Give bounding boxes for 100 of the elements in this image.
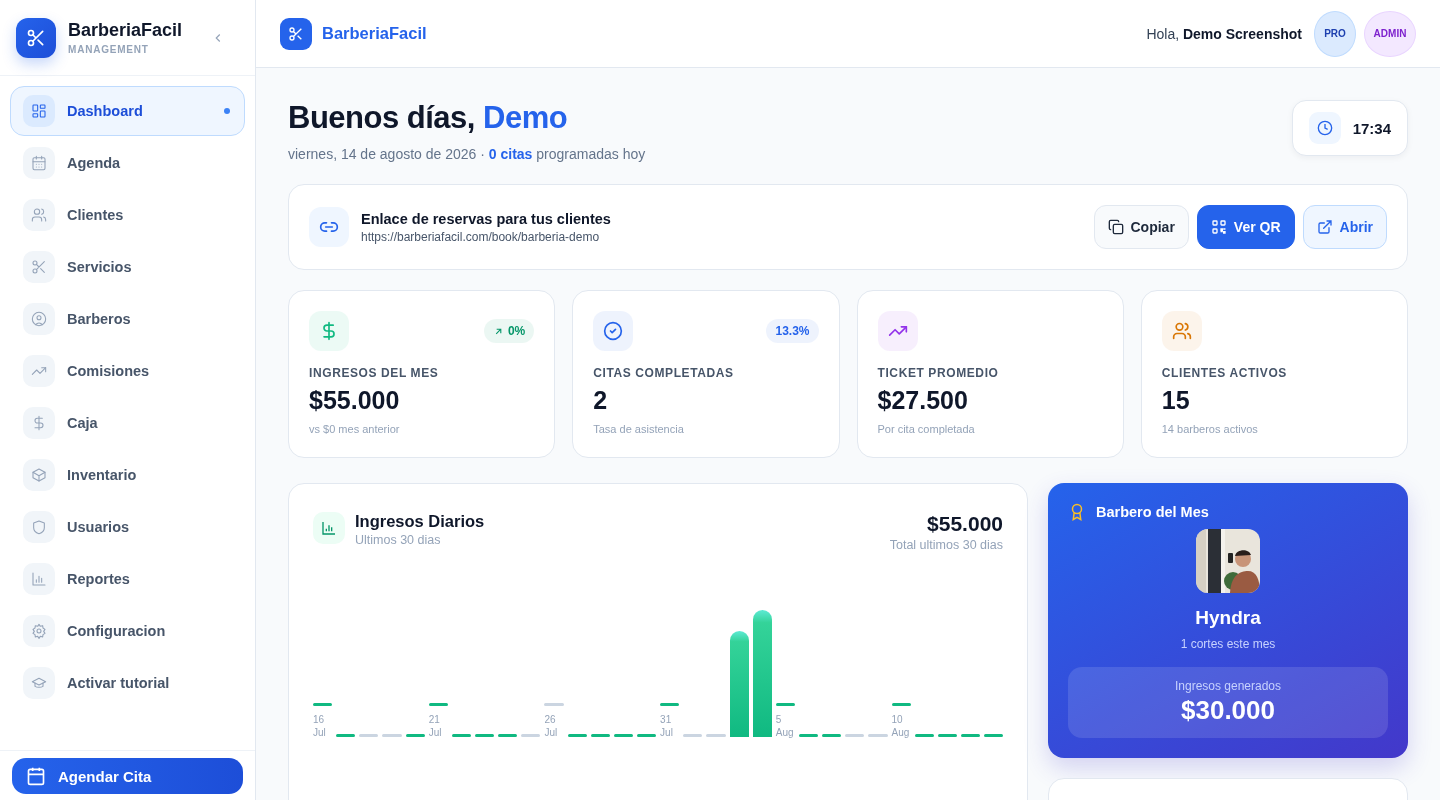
bar-stub xyxy=(451,734,471,737)
booking-link-title: Enlace de reservas para tus clientes xyxy=(361,210,611,227)
nav-item[interactable]: Clientes xyxy=(10,190,245,240)
bar-stub xyxy=(937,734,957,737)
nav-item[interactable]: Configuracion xyxy=(10,606,245,656)
date-label: 26 xyxy=(544,713,557,726)
bar-stub xyxy=(428,703,448,706)
brand-subtitle: MANAGEMENT xyxy=(68,44,150,55)
date-label: 31 xyxy=(660,713,673,726)
change-badge: 0% xyxy=(483,319,535,343)
bar-stub xyxy=(683,734,703,737)
bar-stub xyxy=(498,734,518,737)
stat-value: 2 xyxy=(593,386,609,415)
change-badge: 13.3% xyxy=(766,319,819,343)
bar-stub xyxy=(960,734,981,737)
month-label: Jul xyxy=(660,726,674,739)
settings-icon xyxy=(31,623,47,639)
grid-icon xyxy=(31,103,47,119)
brand-name: BarberiaFacil xyxy=(322,24,427,43)
graduation-cap-icon xyxy=(31,675,47,691)
income-value: $30.000 xyxy=(1180,695,1276,726)
barber-name: Hyndra xyxy=(1195,607,1261,629)
bar-stub xyxy=(891,703,911,706)
nav-item[interactable]: Servicios xyxy=(10,242,245,292)
chart-total-label: Total ultimos 30 dias xyxy=(889,538,1003,552)
open-button[interactable]: Abrir xyxy=(1302,205,1387,249)
date-summary: viernes, 14 de agosto de 2026 · 0 citas programadas hoy xyxy=(288,146,646,162)
nav-item[interactable]: Inventario xyxy=(10,450,245,500)
bar-chart-icon xyxy=(31,571,47,587)
nav-item[interactable]: Caja xyxy=(10,398,245,448)
qr-button[interactable]: Ver QR xyxy=(1196,205,1295,249)
bar-stub xyxy=(336,734,356,737)
stat-value: $27.500 xyxy=(877,386,969,415)
calendar-icon xyxy=(26,766,46,786)
scissors-icon xyxy=(31,259,47,275)
stat-label: TICKET PROMEDIO xyxy=(877,366,1000,380)
stat-value: $55.000 xyxy=(309,386,401,415)
role-badge: ADMIN xyxy=(1364,10,1416,57)
nav-item[interactable]: Barberos xyxy=(10,294,245,344)
month-label: Jul xyxy=(313,726,327,739)
user-circle-icon xyxy=(31,311,47,327)
bar-stub xyxy=(706,734,726,737)
bar-stub xyxy=(822,734,842,737)
stat-note: Tasa de asistencia xyxy=(593,423,685,435)
stat-label: CLIENTES ACTIVOS xyxy=(1161,366,1288,380)
date-label: 10 xyxy=(891,713,904,726)
copy-icon xyxy=(1107,219,1124,235)
bar-stub xyxy=(984,734,1004,737)
bar-stub xyxy=(475,734,495,737)
date-label: 21 xyxy=(428,713,441,726)
active-dot xyxy=(224,108,230,114)
income-label: Ingresos generados xyxy=(1173,679,1283,693)
date-label: 16 xyxy=(313,713,326,726)
clock-time: 17:34 xyxy=(1352,119,1391,137)
stat-note: Por cita completada xyxy=(877,423,976,435)
brand-name: BarberiaFacil xyxy=(68,20,184,41)
calendar-icon xyxy=(31,155,47,171)
shield-icon xyxy=(31,519,47,535)
bar-stub xyxy=(521,734,541,737)
nav-item[interactable]: Agenda xyxy=(10,138,245,188)
logo-icon xyxy=(280,17,312,50)
bar-stub xyxy=(590,734,610,737)
schedule-button[interactable]: Agendar Cita xyxy=(12,758,243,794)
bar-chart-icon xyxy=(321,520,337,536)
clock-icon xyxy=(1316,120,1333,136)
dollar-icon xyxy=(31,415,47,431)
bar-stub xyxy=(613,734,633,737)
chart-title: Ingresos Diarios xyxy=(355,512,485,531)
nav-item[interactable]: Activar tutorial xyxy=(10,658,245,708)
bar-stub xyxy=(382,734,402,737)
stat-label: INGRESOS DEL MES xyxy=(309,366,440,380)
bar-stub xyxy=(798,734,819,737)
bar-stub xyxy=(775,703,795,706)
page-title: Buenos días, Demo xyxy=(288,100,569,136)
stat-label: CITAS COMPLETADAS xyxy=(593,366,735,380)
nav-item[interactable]: Comisiones xyxy=(10,346,245,396)
users-icon xyxy=(31,207,47,223)
nav-item[interactable]: Usuarios xyxy=(10,502,245,552)
external-link-icon xyxy=(1316,219,1333,235)
date-label: 5 xyxy=(775,713,783,726)
box-icon xyxy=(31,467,47,483)
month-label: Aug xyxy=(891,726,911,739)
stat-value: 15 xyxy=(1161,386,1191,415)
qr-code-icon xyxy=(1210,219,1227,235)
nav-item[interactable]: Reportes xyxy=(10,554,245,604)
copy-button[interactable]: Copiar xyxy=(1093,205,1189,249)
bar-stub xyxy=(845,734,865,737)
user-greeting: Hola, Demo Screenshot xyxy=(1146,25,1302,42)
bar-stub xyxy=(660,703,680,706)
bar-stub xyxy=(544,703,564,706)
bar-stub xyxy=(868,734,888,737)
bar-stub xyxy=(567,734,587,737)
month-label: Aug xyxy=(775,726,795,739)
bar-stub xyxy=(359,734,379,737)
nav-item[interactable]: Dashboard xyxy=(10,86,245,136)
stat-note: vs $0 mes anterior xyxy=(309,423,401,435)
logo-icon xyxy=(16,17,56,58)
bar-stub xyxy=(405,734,425,737)
barber-cuts: 1 cortes este mes xyxy=(1180,637,1276,651)
stat-note: 14 barberos activos xyxy=(1161,423,1259,435)
